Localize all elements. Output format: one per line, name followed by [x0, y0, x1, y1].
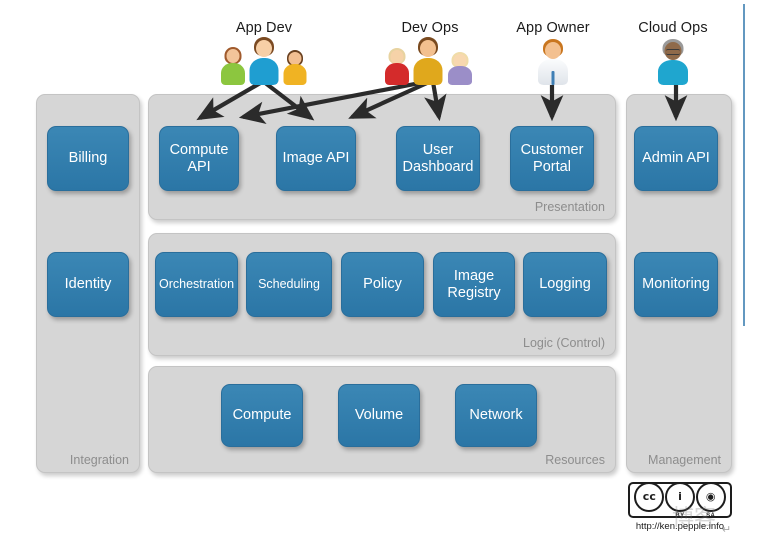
node-image-registry[interactable]: Image Registry [433, 252, 515, 317]
node-admin-api[interactable]: Admin API [634, 126, 718, 191]
cc-sa-column: ◉ SA [695, 481, 726, 519]
cc-logo-column: cc CC [634, 481, 665, 519]
node-user-dashboard[interactable]: User Dashboard [396, 126, 480, 191]
cc-by-label: BY [675, 512, 685, 519]
necktie-icon [551, 71, 555, 85]
person-attribution-icon: i [664, 481, 695, 512]
share-alike-icon: ◉ [695, 481, 726, 512]
license-url[interactable]: http://ken.pepple.info [628, 521, 732, 532]
node-customer-portal[interactable]: Customer Portal [510, 126, 594, 191]
cc-sa-label: SA [706, 512, 716, 519]
group-of-three-people-icon [378, 37, 482, 85]
node-billing[interactable]: Billing [47, 126, 129, 191]
node-network[interactable]: Network [455, 384, 537, 447]
diagram-canvas: Integration Presentation Logic (Control)… [0, 0, 758, 539]
panel-label-integration: Integration [69, 453, 129, 467]
actor-cloud-ops: Cloud Ops [628, 20, 718, 85]
person-with-glasses-icon [628, 39, 718, 85]
actor-label-dev-ops: Dev Ops [401, 20, 459, 36]
license-badge[interactable]: cc CC i BY ◉ SA http://ken.pepple.info [628, 481, 732, 532]
node-monitoring[interactable]: Monitoring [634, 252, 718, 317]
creative-commons-badge: cc CC i BY ◉ SA [628, 481, 732, 519]
node-volume[interactable]: Volume [338, 384, 420, 447]
actor-dev-ops: Dev Ops [378, 20, 482, 85]
glasses-icon [666, 49, 680, 55]
node-identity[interactable]: Identity [47, 252, 129, 317]
panel-label-logic: Logic (Control) [523, 336, 605, 350]
watermark-caret-icon: ↵ [722, 524, 732, 536]
cc-icon: cc [634, 481, 665, 512]
cc-by-column: i BY [664, 481, 695, 519]
actor-label-app-dev: App Dev [235, 20, 293, 36]
node-compute[interactable]: Compute [221, 384, 303, 447]
right-edge-rule [743, 4, 745, 326]
actor-label-app-owner: App Owner [516, 20, 590, 36]
node-orchestration[interactable]: Orchestration [155, 252, 238, 317]
panel-label-resources: Resources [545, 453, 605, 467]
panel-label-presentation: Presentation [534, 200, 605, 214]
node-image-api[interactable]: Image API [276, 126, 356, 191]
panel-label-management: Management [648, 453, 721, 467]
node-compute-api[interactable]: Compute API [159, 126, 239, 191]
actor-label-cloud-ops: Cloud Ops [638, 20, 708, 36]
node-policy[interactable]: Policy [341, 252, 424, 317]
actor-app-dev: App Dev [212, 20, 316, 85]
actor-app-owner: App Owner [508, 20, 598, 85]
node-logging[interactable]: Logging [523, 252, 607, 317]
node-scheduling[interactable]: Scheduling [246, 252, 332, 317]
group-of-three-people-icon [212, 37, 316, 85]
businessman-with-tie-icon [508, 39, 598, 85]
